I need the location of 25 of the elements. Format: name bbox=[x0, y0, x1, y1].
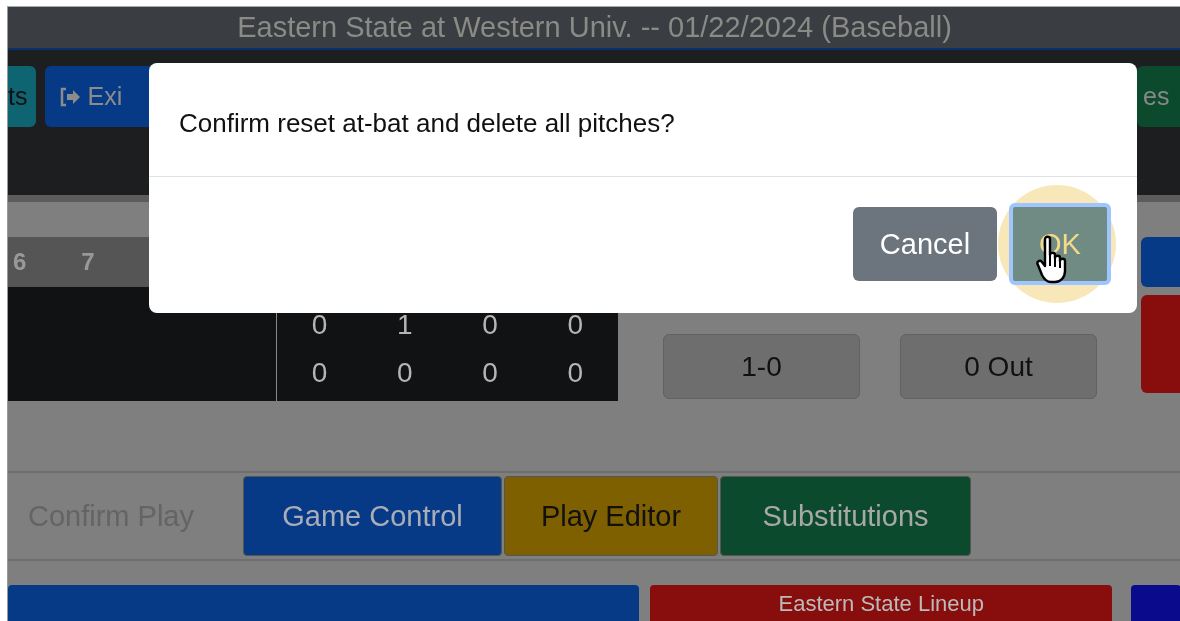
side-button[interactable] bbox=[1141, 295, 1180, 393]
side-button[interactable] bbox=[1141, 237, 1180, 287]
inning-number: 7 bbox=[81, 248, 95, 276]
toolbar-button[interactable]: ts bbox=[8, 66, 37, 127]
score-cell: 0 bbox=[311, 356, 328, 389]
tab[interactable]: Game Control bbox=[243, 476, 502, 556]
lineup-bar bbox=[1131, 585, 1180, 621]
score-cell: 0 bbox=[482, 356, 498, 389]
tab[interactable]: Play Editor bbox=[504, 476, 718, 556]
lineup-header: Eastern State Lineup bbox=[650, 585, 1113, 621]
window-title: Eastern State at Western Univ. -- 01/22/2024 (Baseball) bbox=[8, 7, 1180, 50]
score-cell: 0 bbox=[567, 356, 584, 389]
tab[interactable]: Substitutions bbox=[720, 476, 971, 556]
inning-number: 6 bbox=[13, 248, 27, 276]
score-cell: 1 bbox=[397, 309, 413, 341]
score-cell: 0 bbox=[397, 356, 413, 389]
score-cell: 0 bbox=[311, 309, 328, 341]
cancel-button[interactable]: Cancel bbox=[853, 207, 997, 281]
exit-icon bbox=[59, 86, 82, 107]
count-button[interactable]: 0 Out bbox=[900, 334, 1097, 399]
score-cell: 0 bbox=[482, 309, 498, 341]
toolbar-button[interactable]: es bbox=[1137, 66, 1180, 127]
score-cell: 0 bbox=[567, 309, 584, 341]
dialog-message: Confirm reset at-bat and delete all pitches? bbox=[149, 63, 1137, 177]
count-button[interactable]: 1-0 bbox=[663, 334, 860, 399]
